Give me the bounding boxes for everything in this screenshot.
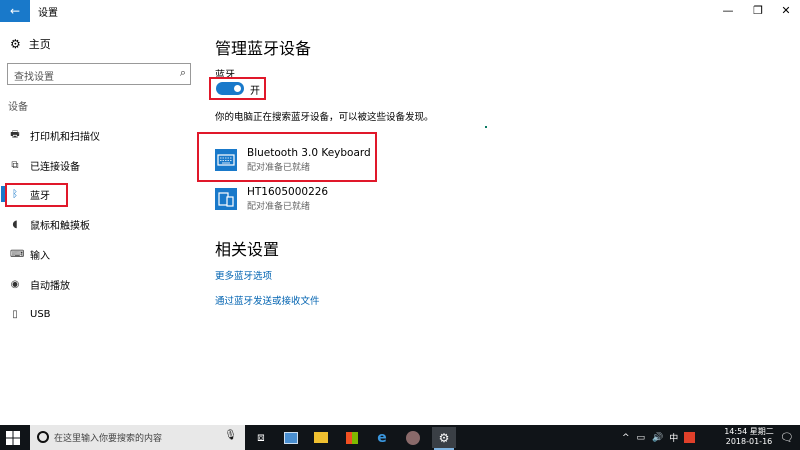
system-tray: ^ ▭ 🔊 中	[622, 425, 696, 450]
nav-home[interactable]: ⚙ 主页	[10, 36, 51, 52]
sidebar-item-usb[interactable]: ▯ USB	[10, 305, 51, 323]
sidebar-item-mouse[interactable]: ◖ 鼠标和触摸板	[10, 215, 90, 233]
start-button[interactable]	[5, 430, 21, 446]
settings-app-icon[interactable]: ⚙	[432, 427, 456, 450]
sogou-icon[interactable]	[684, 432, 696, 443]
store-icon[interactable]	[340, 427, 364, 448]
app-icon[interactable]	[279, 427, 303, 448]
sidebar: ⚙ 主页 查找设置 ⌕ 设备 🖶 打印机和扫描仪 ⧉ 已连接设备 ᛒ 蓝牙 ◖ …	[0, 22, 200, 420]
clock[interactable]: 14:54 星期二 2018-01-16	[724, 427, 774, 447]
sidebar-item-label: USB	[30, 308, 51, 320]
more-bluetooth-options-link[interactable]: 更多蓝牙选项	[215, 268, 272, 282]
volume-icon[interactable]: 🔊	[652, 433, 663, 443]
edge-icon[interactable]: e	[370, 427, 394, 448]
send-receive-files-link[interactable]: 通过蓝牙发送或接收文件	[215, 293, 320, 307]
sidebar-item-autoplay[interactable]: ◉ 自动播放	[10, 275, 70, 293]
search-icon: ⌕	[179, 66, 186, 79]
sidebar-item-label: 已连接设备	[30, 161, 80, 173]
network-icon[interactable]: ▭	[637, 433, 646, 443]
page-title: 管理蓝牙设备	[215, 39, 312, 58]
file-explorer-icon[interactable]	[309, 427, 333, 448]
sidebar-item-label: 鼠标和触摸板	[30, 220, 90, 232]
main-content: 管理蓝牙设备 蓝牙 开 你的电脑正在搜索蓝牙设备，可以被这些设备发现。 Blue…	[197, 22, 800, 420]
highlight-box	[197, 132, 377, 182]
windows-logo-icon	[6, 431, 20, 445]
taskbar-search-placeholder: 在这里输入你要搜索的内容	[54, 434, 163, 444]
mouse-icon: ◖	[12, 218, 18, 230]
close-button[interactable]: ✕	[770, 0, 800, 22]
connected-devices-icon: ⧉	[11, 159, 19, 171]
window-title: 设置	[38, 8, 58, 19]
ime-indicator[interactable]: 中	[669, 431, 678, 444]
minimize-button[interactable]: —	[712, 0, 744, 22]
printer-icon: 🖶	[10, 128, 20, 140]
clock-date: 2018-01-16	[725, 437, 773, 446]
progress-dot	[485, 126, 487, 128]
back-button[interactable]: ←	[0, 0, 30, 22]
device-name: HT1605000226	[247, 186, 329, 198]
task-view-icon[interactable]: ⧈	[249, 427, 273, 448]
taskbar-search-box[interactable]: 在这里输入你要搜索的内容 🎙	[30, 425, 245, 450]
settings-search-input[interactable]: 查找设置 ⌕	[7, 63, 191, 85]
sidebar-item-label: 输入	[30, 250, 50, 262]
highlight-box	[209, 77, 266, 100]
sidebar-item-connected-devices[interactable]: ⧉ 已连接设备	[10, 156, 80, 174]
clock-time: 14:54 星期二	[724, 427, 774, 436]
microphone-icon[interactable]: 🎙	[224, 430, 237, 441]
nav-home-label: 主页	[28, 38, 51, 51]
related-settings-title: 相关设置	[215, 240, 280, 259]
section-label: 设备	[8, 102, 28, 113]
title-bar: ← 设置 — ❐ ✕	[0, 0, 800, 22]
autoplay-icon: ◉	[10, 278, 20, 290]
cortana-icon	[37, 431, 49, 443]
notification-icon[interactable]: 🗨	[780, 431, 794, 444]
device-status: 配对准备已就绪	[247, 202, 311, 212]
user-app-icon[interactable]	[401, 427, 425, 448]
keyboard-icon: ⌨	[10, 248, 25, 260]
sidebar-item-printers[interactable]: 🖶 打印机和扫描仪	[10, 126, 100, 144]
back-arrow-icon: ←	[9, 4, 21, 18]
sidebar-item-typing[interactable]: ⌨ 输入	[10, 245, 50, 263]
gear-icon: ⚙	[10, 37, 21, 51]
taskbar: 在这里输入你要搜索的内容 🎙 ⧈ e ⚙ ^ ▭ 🔊 中 14:54 星期二 2…	[0, 425, 800, 450]
search-placeholder: 查找设置	[14, 72, 54, 83]
phone-device-icon	[215, 188, 237, 210]
sidebar-item-label: 打印机和扫描仪	[30, 131, 100, 143]
device-item[interactable]: HT1605000226 配对准备已就绪	[215, 184, 328, 214]
chevron-up-icon[interactable]: ^	[622, 433, 630, 443]
usb-icon: ▯	[12, 308, 18, 320]
highlight-box	[5, 183, 68, 207]
discovery-description: 你的电脑正在搜索蓝牙设备，可以被这些设备发现。	[215, 112, 434, 123]
sidebar-item-label: 自动播放	[30, 280, 70, 292]
